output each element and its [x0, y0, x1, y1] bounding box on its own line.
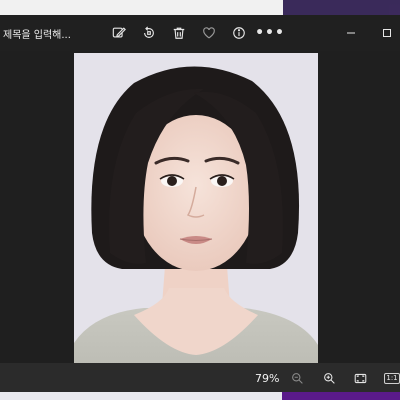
zoom-in-icon [323, 372, 335, 384]
zoom-out-icon [291, 372, 303, 384]
rotate-button[interactable] [138, 22, 160, 44]
background-app-bottom [0, 392, 282, 400]
photo-viewer-window: 제목을 입력해... ••• 79% 1:1 [0, 15, 400, 392]
edit-image-icon [112, 27, 126, 38]
rotate-icon [144, 26, 154, 38]
background-app-strip [0, 0, 283, 15]
fit-to-window-icon [354, 373, 366, 383]
more-icon: ••• [255, 25, 285, 41]
fit-to-window-button[interactable] [350, 368, 370, 388]
actual-size-button[interactable]: 1:1 [382, 368, 400, 388]
minimize-icon [347, 32, 355, 34]
delete-button[interactable] [168, 22, 190, 44]
minimize-button[interactable] [340, 22, 362, 44]
favorite-icon [203, 27, 215, 39]
edit-image-button[interactable] [108, 22, 130, 44]
zoom-level: 79% [255, 372, 280, 385]
zoom-out-button[interactable] [287, 368, 307, 388]
image-canvas[interactable] [0, 51, 400, 365]
background-desktop-top [283, 0, 400, 15]
info-button[interactable] [228, 22, 250, 44]
delete-icon [173, 27, 185, 39]
more-button[interactable]: ••• [255, 22, 284, 44]
info-icon [233, 27, 245, 39]
title-bar: 제목을 입력해... ••• [0, 15, 400, 51]
status-bar: 79% 1:1 [0, 363, 400, 392]
window-title[interactable]: 제목을 입력해... [3, 26, 71, 41]
background-desktop-bottom [282, 392, 400, 400]
maximize-button[interactable] [376, 22, 398, 44]
zoom-in-button[interactable] [319, 368, 339, 388]
portrait-photo [74, 53, 318, 365]
maximize-icon [383, 29, 391, 37]
favorite-button[interactable] [198, 22, 220, 44]
actual-size-icon: 1:1 [384, 372, 400, 384]
